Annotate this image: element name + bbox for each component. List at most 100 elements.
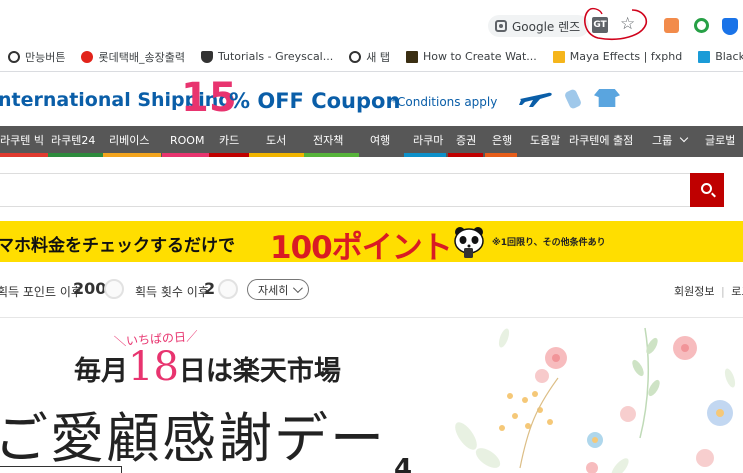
bookmark-item[interactable]: 만능버튼 <box>0 49 73 65</box>
globe-icon <box>8 50 20 63</box>
bookmark-label: Maya Effects | fxphd <box>569 50 683 63</box>
bookmark-label: How to Create Wat... <box>422 50 537 63</box>
nav-item[interactable]: 그룹 <box>652 126 692 157</box>
search-button[interactable] <box>690 173 724 207</box>
nav-item[interactable]: 라쿠텐24 <box>48 126 103 157</box>
panda-icon <box>454 227 484 258</box>
points-summary: 획득 포인트 이후 200 획득 횟수 이후 2 자세히 회원정보 | 로그 <box>0 277 743 303</box>
hero-date-number: 4 <box>394 454 413 473</box>
browser-toolbar: Google 렌즈 GT ☆ <box>0 0 743 42</box>
lens-label: Google 렌즈 <box>512 19 581 34</box>
nav-label: 글로벌 <box>705 134 736 147</box>
nav-color-bar <box>162 153 210 157</box>
nav-color-bar <box>0 153 52 157</box>
nav-label: 전자책 <box>313 134 344 147</box>
bookmark-item[interactable]: 새 탭 <box>341 49 398 65</box>
nav-color-bar <box>249 153 304 157</box>
nav-color-bar <box>448 153 483 157</box>
bookmark-label: 롯데택배_송장출력 <box>98 50 185 64</box>
nav-item[interactable]: 증권 <box>448 126 486 157</box>
lens-icon <box>495 20 507 32</box>
member-links: 회원정보 | 로그 <box>674 283 743 299</box>
nav-color-bar <box>404 153 446 157</box>
nav-label: 라쿠텐 빅 <box>0 134 44 147</box>
nav-label: 증권 <box>456 134 477 147</box>
nav-item[interactable]: 글로벌 <box>705 126 743 157</box>
banner-note: ※1回限り、その他条件あり <box>492 238 606 248</box>
bookmark-item[interactable]: BlackGinger - Fi <box>690 50 743 63</box>
nav-color-bar <box>103 153 161 157</box>
nav-color-bar <box>48 153 103 157</box>
hero-title: ご愛顧感謝デー <box>0 407 386 470</box>
points-campaign-banner[interactable]: マホ料金をチェックするだけで 100ポイント ※1回限り、その他条件あり <box>0 221 743 266</box>
details-button[interactable]: 자세히 <box>247 279 310 300</box>
nav-item[interactable]: ROOM <box>162 126 210 157</box>
earned-points-label: 획득 포인트 이후 <box>0 285 82 299</box>
nav-item[interactable]: 도움말 <box>530 126 570 157</box>
bookmark-item[interactable]: How to Create Wat... <box>398 50 545 63</box>
nav-label: 도서 <box>266 134 287 147</box>
earn-count-value: 2 <box>204 279 216 298</box>
nav-item[interactable]: 도서 <box>249 126 306 157</box>
bottle-icon <box>563 88 583 110</box>
shield-icon <box>200 50 213 63</box>
nav-label: 카드 <box>219 134 240 147</box>
nav-label: 은행 <box>492 134 513 147</box>
bookmark-label: Tutorials - Greyscal... <box>217 50 334 63</box>
nav-item[interactable]: 리베이스 <box>103 126 161 157</box>
earn-count-label: 획득 횟수 이후 <box>135 285 209 299</box>
nav-item[interactable]: 은행 <box>485 126 522 157</box>
translate-icon[interactable]: GT <box>592 17 608 33</box>
chevron-down-icon <box>293 283 304 294</box>
points-circle-icon <box>104 279 124 299</box>
count-circle-icon <box>218 279 238 299</box>
r-logo-icon <box>405 50 418 63</box>
v-logo-icon <box>698 50 711 63</box>
earned-points-value: 200 <box>73 279 107 298</box>
logout-link[interactable]: 로그 <box>731 285 743 298</box>
hero-headline-prefix: 毎月 <box>74 356 128 387</box>
nav-label: 라쿠마 <box>413 134 444 147</box>
hero-headline-number: 18 <box>128 344 179 390</box>
browser-page: Google 렌즈 GT ☆ 만능버튼 롯데택배_송장출력 Tutorials … <box>0 0 743 473</box>
bookmark-item[interactable]: 롯데택배_송장출력 <box>73 49 192 65</box>
shield-extension-icon[interactable] <box>722 18 738 35</box>
link-separator: | <box>720 285 725 298</box>
nav-color-bar <box>304 153 359 157</box>
nav-label: 여행 <box>370 134 391 147</box>
member-info-link[interactable]: 회원정보 <box>674 285 714 298</box>
nav-label: 라쿠텐에 출점 <box>569 134 634 147</box>
bookmarks-bar: 만능버튼 롯데택배_송장출력 Tutorials - Greyscal... 새… <box>0 42 743 72</box>
bookmark-label: 새 탭 <box>366 50 390 64</box>
category-nav: 라쿠텐 빅 라쿠텐24 리베이스 ROOM 카드 도서 전자책 여행 라쿠마 증… <box>0 126 743 157</box>
nav-item[interactable]: 전자책 <box>304 126 363 157</box>
grammarly-icon[interactable] <box>694 18 709 33</box>
banner-text: マホ料金をチェックするだけで <box>0 236 235 256</box>
bookmark-item[interactable]: Maya Effects | fxphd <box>545 50 690 63</box>
google-lens-button[interactable]: Google 렌즈 <box>488 15 590 37</box>
chevron-down-icon <box>679 133 688 143</box>
details-label: 자세히 <box>258 284 289 297</box>
nav-item[interactable]: 라쿠텐에 출점 <box>569 126 639 157</box>
banner-points: 100ポイント <box>270 230 453 266</box>
nav-label: 리베이스 <box>109 134 150 147</box>
shipping-promo-banner[interactable]: nternational Shipping 15 % OFF Coupon *C… <box>0 73 743 125</box>
bookmark-star-icon[interactable]: ☆ <box>620 14 635 34</box>
nav-item[interactable]: 라쿠마 <box>404 126 453 157</box>
flower-decoration <box>455 327 736 473</box>
red-circle-annotation <box>584 7 648 40</box>
hero-banner[interactable]: ＼いちばの日／ 毎月18日は楽天市場 ご愛顧感謝デー 4 <box>0 318 743 473</box>
promo-conditions: *Conditions apply <box>391 95 498 109</box>
nav-label: 도움말 <box>530 134 561 147</box>
bookmark-label: 만능버튼 <box>25 50 66 64</box>
search-input[interactable] <box>0 173 690 207</box>
shirt-icon <box>594 89 620 107</box>
hero-headline: 毎月18日は楽天市場 <box>74 344 341 390</box>
globe-icon <box>349 50 362 63</box>
nav-label: 그룹 <box>652 134 673 147</box>
extension-orange-icon[interactable] <box>664 18 679 33</box>
hero-headline-suffix: 日は楽天市場 <box>178 356 341 387</box>
bookmark-item[interactable]: Tutorials - Greyscal... <box>193 50 341 63</box>
nav-label: 라쿠텐24 <box>51 134 96 147</box>
fx-icon <box>552 50 565 63</box>
